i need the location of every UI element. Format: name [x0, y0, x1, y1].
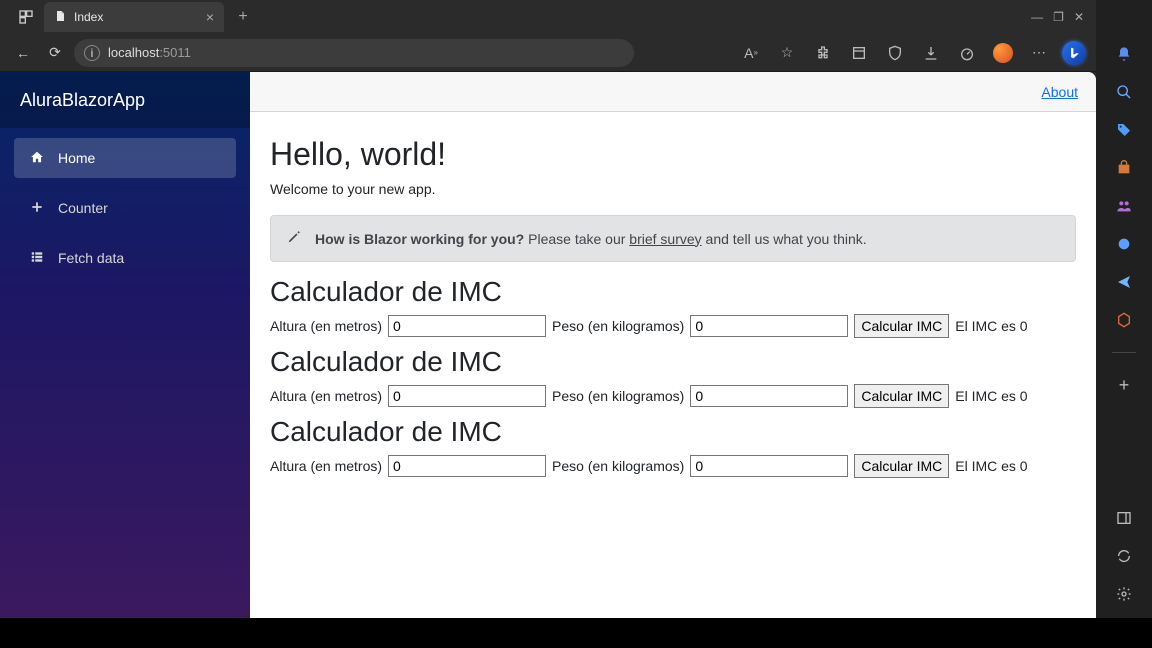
collections-icon[interactable]	[846, 40, 872, 66]
url-host: localhost	[108, 45, 159, 60]
calcular-button[interactable]: Calcular IMC	[854, 454, 949, 478]
altura-input[interactable]	[388, 385, 546, 407]
nav-label: Home	[58, 150, 95, 166]
peso-label: Peso (en kilogramos)	[552, 318, 684, 334]
nav-item-counter[interactable]: Counter	[14, 188, 236, 228]
address-bar: ← ⟳ i localhost:5011 A» ☆ ⋯	[0, 34, 1096, 72]
nav-label: Counter	[58, 200, 108, 216]
send-icon[interactable]	[1114, 272, 1134, 292]
altura-label: Altura (en metros)	[270, 318, 382, 334]
imc-result: El IMC es 0	[955, 388, 1027, 404]
nav-menu: Home Counter Fetch data	[0, 128, 250, 288]
refresh-button[interactable]: ⟳	[42, 40, 68, 66]
calc-title: Calculador de IMC	[270, 276, 1076, 308]
read-aloud-icon[interactable]: A»	[738, 40, 764, 66]
altura-label: Altura (en metros)	[270, 458, 382, 474]
tab-title: Index	[74, 10, 103, 24]
tag-icon[interactable]	[1114, 120, 1134, 140]
calc-row: Altura (en metros) Peso (en kilogramos) Ca…	[270, 384, 1076, 408]
app-top-row: About	[250, 72, 1096, 112]
site-info-icon[interactable]: i	[84, 45, 100, 61]
close-tab-icon[interactable]: ×	[206, 9, 214, 25]
sidebar-panel-icon[interactable]	[1114, 508, 1134, 528]
nav-item-home[interactable]: Home	[14, 138, 236, 178]
altura-input[interactable]	[388, 315, 546, 337]
altura-input[interactable]	[388, 455, 546, 477]
peso-input[interactable]	[690, 385, 848, 407]
page-heading: Hello, world!	[270, 136, 1076, 173]
calc-title: Calculador de IMC	[270, 416, 1076, 448]
calcular-button[interactable]: Calcular IMC	[854, 314, 949, 338]
peso-label: Peso (en kilogramos)	[552, 458, 684, 474]
office-icon[interactable]	[1114, 234, 1134, 254]
favorite-icon[interactable]: ☆	[774, 40, 800, 66]
page-icon	[54, 9, 66, 26]
maximize-button[interactable]: ❐	[1053, 10, 1064, 24]
add-sidebar-icon[interactable]: +	[1114, 375, 1134, 395]
minimize-button[interactable]: —	[1031, 10, 1043, 24]
more-icon[interactable]: ⋯	[1026, 40, 1052, 66]
alert-strong: How is Blazor working for you?	[315, 231, 524, 247]
browser-tab[interactable]: Index ×	[44, 2, 224, 32]
welcome-text: Welcome to your new app.	[270, 181, 1076, 197]
profile-avatar[interactable]	[990, 40, 1016, 66]
peso-input[interactable]	[690, 315, 848, 337]
calcular-button[interactable]: Calcular IMC	[854, 384, 949, 408]
performance-icon[interactable]	[954, 40, 980, 66]
imc-result: El IMC es 0	[955, 318, 1027, 334]
app-sidebar: AluraBlazorApp Home Counter Fetch data	[0, 72, 250, 618]
shopping-icon[interactable]	[1114, 158, 1134, 178]
calc-title: Calculador de IMC	[270, 346, 1076, 378]
settings-icon[interactable]	[1114, 584, 1134, 604]
hex-icon[interactable]	[1114, 310, 1134, 330]
survey-alert: How is Blazor working for you? Please ta…	[270, 215, 1076, 262]
bell-icon[interactable]	[1114, 44, 1134, 64]
calc-row: Altura (en metros) Peso (en kilogramos) Ca…	[270, 454, 1076, 478]
url-input[interactable]: i localhost:5011	[74, 39, 634, 67]
imc-calculator: Calculador de IMC Altura (en metros) Peso …	[270, 346, 1076, 408]
imc-calculator: Calculador de IMC Altura (en metros) Peso …	[270, 416, 1076, 478]
people-icon[interactable]	[1114, 196, 1134, 216]
bing-chat-icon[interactable]	[1062, 41, 1086, 65]
downloads-icon[interactable]	[918, 40, 944, 66]
peso-label: Peso (en kilogramos)	[552, 388, 684, 404]
plus-icon	[28, 200, 46, 217]
calc-row: Altura (en metros) Peso (en kilogramos) Ca…	[270, 314, 1076, 338]
window-controls: — ❐ ✕	[1031, 10, 1096, 24]
about-link[interactable]: About	[1041, 84, 1078, 100]
close-window-button[interactable]: ✕	[1074, 10, 1084, 24]
back-button[interactable]: ←	[10, 40, 36, 66]
extensions-icon[interactable]	[810, 40, 836, 66]
alert-text: How is Blazor working for you? Please ta…	[315, 231, 867, 247]
imc-calculator: Calculador de IMC Altura (en metros) Peso …	[270, 276, 1076, 338]
survey-link[interactable]: brief survey	[629, 231, 701, 247]
browser-tab-bar: Index × + — ❐ ✕	[0, 0, 1096, 34]
home-icon	[28, 150, 46, 167]
search-icon[interactable]	[1114, 82, 1134, 102]
pencil-icon	[287, 230, 301, 247]
list-icon	[28, 250, 46, 267]
imc-result: El IMC es 0	[955, 458, 1027, 474]
new-tab-button[interactable]: +	[230, 8, 256, 26]
page-content: Hello, world! Welcome to your new app. H…	[250, 112, 1096, 618]
workspace-icon[interactable]	[16, 7, 36, 27]
peso-input[interactable]	[690, 455, 848, 477]
sidebar-refresh-icon[interactable]	[1114, 546, 1134, 566]
nav-item-fetch-data[interactable]: Fetch data	[14, 238, 236, 278]
nav-label: Fetch data	[58, 250, 124, 266]
app-brand: AluraBlazorApp	[0, 72, 250, 128]
shield-icon[interactable]	[882, 40, 908, 66]
url-port: :5011	[159, 45, 191, 60]
altura-label: Altura (en metros)	[270, 388, 382, 404]
edge-sidebar: +	[1096, 0, 1152, 618]
